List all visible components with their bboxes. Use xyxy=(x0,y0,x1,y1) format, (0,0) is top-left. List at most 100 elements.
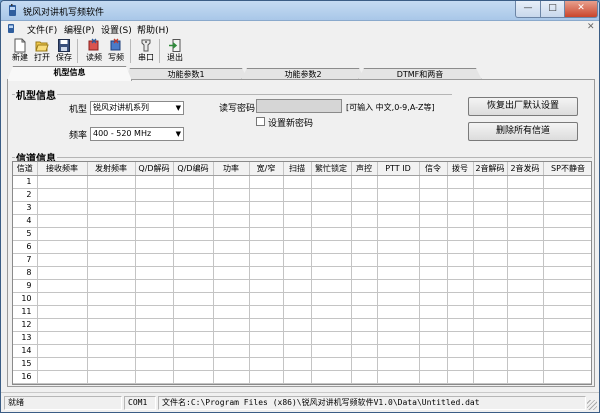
table-row[interactable]: 10 xyxy=(13,292,591,306)
table-cell[interactable] xyxy=(283,305,312,319)
table-cell[interactable] xyxy=(311,188,352,202)
table-cell[interactable] xyxy=(283,331,312,345)
table-cell[interactable] xyxy=(447,253,474,267)
column-header[interactable]: 接收频率 xyxy=(37,162,88,176)
table-cell[interactable] xyxy=(135,331,174,345)
table-cell[interactable] xyxy=(447,292,474,306)
read-freq-button[interactable]: 读频 xyxy=(83,37,105,65)
table-cell[interactable] xyxy=(87,305,136,319)
table-cell[interactable] xyxy=(447,214,474,228)
password-input[interactable] xyxy=(256,99,342,113)
table-cell[interactable] xyxy=(447,331,474,345)
table-cell[interactable] xyxy=(87,357,136,371)
resize-grip-icon[interactable] xyxy=(587,400,597,410)
table-cell[interactable] xyxy=(377,227,420,241)
table-cell[interactable] xyxy=(173,175,214,189)
table-cell[interactable] xyxy=(507,201,544,215)
model-select[interactable]: 锐风对讲机系列 ▼ xyxy=(90,101,184,115)
table-cell[interactable] xyxy=(283,240,312,254)
table-cell[interactable] xyxy=(377,201,420,215)
table-cell[interactable] xyxy=(213,240,250,254)
table-cell[interactable] xyxy=(473,331,508,345)
table-cell[interactable] xyxy=(311,318,352,332)
table-cell[interactable] xyxy=(311,305,352,319)
table-cell[interactable] xyxy=(377,357,420,371)
table-cell[interactable] xyxy=(419,370,448,384)
table-cell[interactable] xyxy=(447,370,474,384)
table-cell[interactable] xyxy=(377,331,420,345)
table-cell[interactable] xyxy=(173,279,214,293)
table-cell[interactable] xyxy=(543,240,591,254)
table-cell[interactable] xyxy=(377,279,420,293)
table-cell[interactable] xyxy=(213,370,250,384)
table-cell[interactable] xyxy=(87,227,136,241)
table-cell[interactable] xyxy=(473,279,508,293)
table-cell[interactable] xyxy=(173,370,214,384)
table-cell[interactable] xyxy=(37,305,88,319)
table-cell[interactable] xyxy=(419,201,448,215)
column-header[interactable]: 扫描 xyxy=(283,162,312,176)
table-cell[interactable] xyxy=(283,357,312,371)
table-cell[interactable] xyxy=(377,175,420,189)
table-row[interactable]: 2 xyxy=(13,188,591,202)
table-cell[interactable] xyxy=(173,240,214,254)
table-cell[interactable] xyxy=(311,214,352,228)
column-header[interactable]: Q/D解码 xyxy=(135,162,174,176)
table-cell[interactable] xyxy=(283,292,312,306)
table-cell[interactable] xyxy=(135,201,174,215)
table-cell[interactable] xyxy=(37,188,88,202)
table-cell[interactable] xyxy=(37,279,88,293)
table-cell[interactable] xyxy=(87,318,136,332)
app-menu-icon[interactable] xyxy=(6,23,16,34)
table-cell[interactable] xyxy=(447,240,474,254)
table-cell[interactable] xyxy=(351,331,378,345)
menu-help[interactable]: 帮助(H) xyxy=(137,23,169,36)
table-cell[interactable] xyxy=(311,175,352,189)
table-cell[interactable] xyxy=(173,214,214,228)
table-cell[interactable] xyxy=(37,266,88,280)
table-cell[interactable] xyxy=(87,175,136,189)
table-cell[interactable] xyxy=(351,240,378,254)
table-cell[interactable] xyxy=(213,201,250,215)
table-cell[interactable] xyxy=(473,318,508,332)
table-cell[interactable] xyxy=(473,227,508,241)
column-header[interactable]: 拨号 xyxy=(447,162,474,176)
table-cell[interactable] xyxy=(311,279,352,293)
table-cell[interactable] xyxy=(249,175,284,189)
table-cell[interactable] xyxy=(377,370,420,384)
table-row[interactable]: 4 xyxy=(13,214,591,228)
table-cell[interactable] xyxy=(87,370,136,384)
table-cell[interactable] xyxy=(37,292,88,306)
table-cell[interactable] xyxy=(213,214,250,228)
table-cell[interactable] xyxy=(507,188,544,202)
minimize-button[interactable]: — xyxy=(515,1,541,18)
table-cell[interactable] xyxy=(283,214,312,228)
table-cell[interactable] xyxy=(543,357,591,371)
table-cell[interactable] xyxy=(311,227,352,241)
table-cell[interactable] xyxy=(173,253,214,267)
table-cell[interactable] xyxy=(249,279,284,293)
table-cell[interactable] xyxy=(87,253,136,267)
table-cell[interactable] xyxy=(135,370,174,384)
table-cell[interactable] xyxy=(447,357,474,371)
table-cell[interactable] xyxy=(311,357,352,371)
table-cell[interactable] xyxy=(447,227,474,241)
table-cell[interactable] xyxy=(473,305,508,319)
table-row[interactable]: 16 xyxy=(13,370,591,384)
table-cell[interactable] xyxy=(419,305,448,319)
table-cell[interactable] xyxy=(543,214,591,228)
table-cell[interactable] xyxy=(173,305,214,319)
table-cell[interactable] xyxy=(249,344,284,358)
table-cell[interactable] xyxy=(419,227,448,241)
table-cell[interactable] xyxy=(213,188,250,202)
table-cell[interactable] xyxy=(419,318,448,332)
table-cell[interactable] xyxy=(351,292,378,306)
table-cell[interactable] xyxy=(419,175,448,189)
table-row[interactable]: 11 xyxy=(13,305,591,319)
table-cell[interactable] xyxy=(87,240,136,254)
table-cell[interactable] xyxy=(507,227,544,241)
table-cell[interactable] xyxy=(377,305,420,319)
table-cell[interactable] xyxy=(543,253,591,267)
table-cell[interactable] xyxy=(283,266,312,280)
table-cell[interactable] xyxy=(507,240,544,254)
